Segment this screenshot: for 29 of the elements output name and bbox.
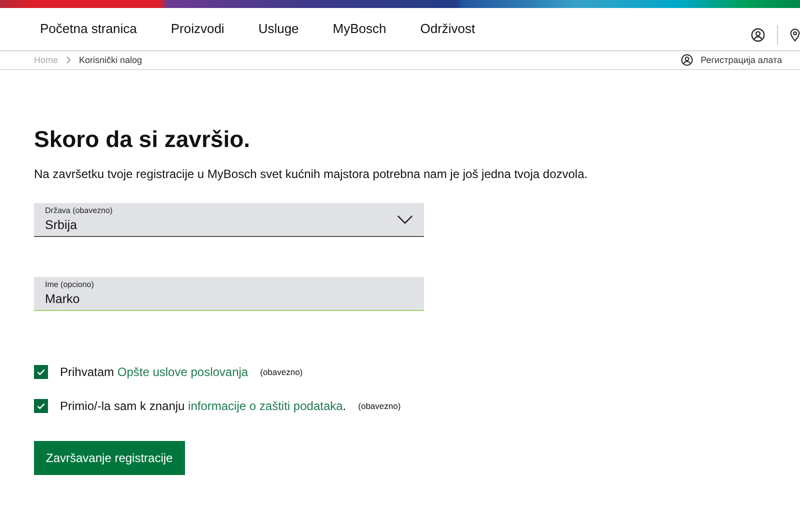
tool-registration-link[interactable]: Регистрација алата [700, 55, 782, 65]
intro-text: Na završetku tvoje registracije u MyBosch svet kućnih majstora potrebna nam je još jedna tvoja dozvola. [34, 167, 588, 181]
consent-text: Prihvatam Opšte uslove poslovanja [60, 365, 248, 379]
location-pin-icon[interactable] [790, 28, 800, 42]
nav-link[interactable]: Početna stranica [40, 20, 137, 36]
user-icon [680, 54, 693, 66]
chevron-icon [66, 56, 72, 64]
terms-link[interactable]: Opšte uslove poslovanja [117, 365, 248, 379]
nav-link[interactable]: Održivost [420, 20, 476, 36]
chevron-down-icon [397, 215, 413, 224]
page-heading: Skoro da si završio. [34, 126, 250, 153]
breadcrumb-link[interactable]: Korisnički nalog [79, 55, 142, 65]
nav-link[interactable]: Proizvodi [170, 20, 224, 36]
nav-link[interactable]: Usluge [258, 20, 299, 36]
required-note: (obavezno) [260, 367, 303, 377]
nav-link[interactable]: MyBosch [332, 20, 386, 36]
name-field[interactable]: Ime (opciono) Marko [34, 277, 424, 311]
checkmark-icon [36, 367, 46, 377]
checkbox[interactable] [34, 365, 48, 379]
consent-text: Primio/-la sam k znanju informacije o zaštiti podataka. [60, 399, 346, 413]
field-label: Država (obavezno) [45, 206, 114, 215]
country-select[interactable]: Država (obavezno) Srbija [34, 203, 424, 237]
user-icon[interactable] [751, 28, 765, 42]
terms-link[interactable]: informacije o zaštiti podataka [188, 399, 343, 413]
required-note: (obavezno) [358, 401, 401, 411]
submit-button[interactable]: Završavanje registracije [34, 441, 185, 475]
checkmark-icon [36, 401, 46, 411]
checkbox[interactable] [34, 399, 48, 413]
field-label: Ime (opciono) [45, 280, 95, 289]
